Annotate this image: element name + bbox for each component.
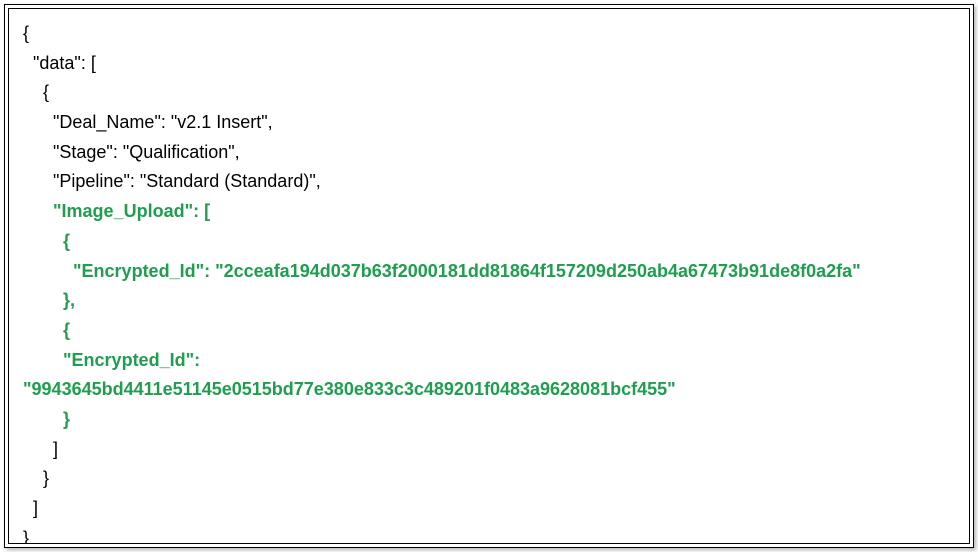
- code-line-16: }: [23, 468, 49, 488]
- json-code-block: { "data": [ { "Deal_Name": "v2.1 Insert"…: [23, 19, 955, 544]
- code-line-11-highlighted: {: [23, 320, 70, 340]
- code-snippet-outer-frame: { "data": [ { "Deal_Name": "v2.1 Insert"…: [4, 4, 974, 548]
- code-line-5: "Stage": "Qualification",: [23, 142, 240, 162]
- code-line-15: ]: [23, 439, 58, 459]
- code-line-18: }: [23, 528, 29, 544]
- code-line-14-highlighted: }: [23, 409, 70, 429]
- code-line-17: ]: [23, 498, 38, 518]
- code-line-10-highlighted: },: [23, 290, 75, 310]
- code-line-4: "Deal_Name": "v2.1 Insert",: [23, 112, 273, 132]
- code-snippet-inner-frame: { "data": [ { "Deal_Name": "v2.1 Insert"…: [8, 8, 970, 544]
- code-line-2: "data": [: [23, 53, 96, 73]
- code-line-1: {: [23, 23, 29, 43]
- code-line-13-highlighted: "9943645bd4411e51145e0515bd77e380e833c3c…: [23, 379, 676, 399]
- code-line-3: {: [23, 82, 49, 102]
- code-line-6: "Pipeline": "Standard (Standard)",: [23, 171, 321, 191]
- code-line-8-highlighted: {: [23, 231, 70, 251]
- code-line-7-highlighted: "Image_Upload": [: [23, 201, 210, 221]
- code-line-9-highlighted: "Encrypted_Id": "2cceafa194d037b63f20001…: [23, 261, 861, 281]
- code-line-12-highlighted: "Encrypted_Id":: [23, 350, 200, 370]
